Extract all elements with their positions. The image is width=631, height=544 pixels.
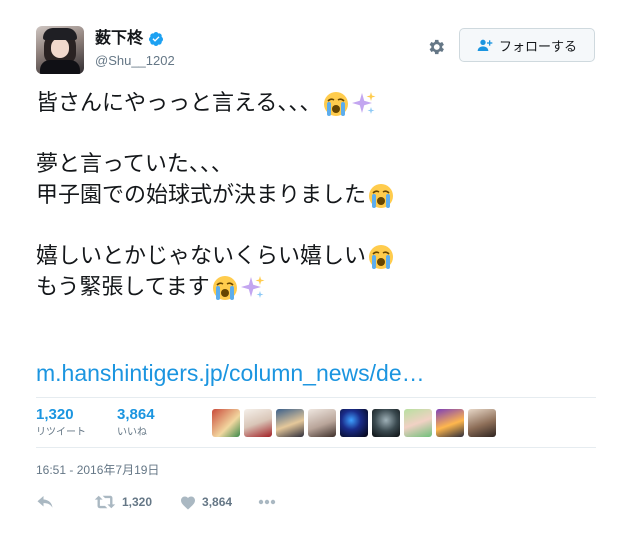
loudly-crying-face-emoji — [368, 183, 394, 209]
divider — [36, 397, 596, 398]
follow-button[interactable]: フォローする — [459, 28, 595, 62]
retweet-action-count: 1,320 — [122, 495, 153, 509]
tweet-line: 夢と言っていた、、、 — [36, 149, 596, 180]
liker-avatar[interactable] — [244, 409, 272, 437]
retweets-label: リツイート — [36, 427, 86, 438]
sparkles-emoji — [240, 275, 266, 301]
reply-button[interactable] — [36, 494, 54, 510]
tweet-line-text: 皆さんにやっっと言える、、、 — [36, 90, 322, 116]
likes-count: 3,864 — [117, 406, 155, 423]
tweet-line: もう緊張してます — [36, 272, 596, 303]
loudly-crying-face-emoji — [212, 275, 238, 301]
loudly-crying-face-emoji — [368, 244, 394, 270]
follow-button-label: フォローする — [498, 39, 577, 55]
tweet-line-text: 夢と言っていた、、、 — [36, 151, 233, 177]
verified-badge-icon — [148, 32, 163, 46]
retweets-count: 1,320 — [36, 406, 74, 423]
tweet-text: 皆さんにやっっと言える、、、 夢と言っていた、、、 甲子園での始球式が決まりまし… — [36, 88, 596, 303]
tweet-link[interactable]: m.hanshintigers.jp/column_news/de… — [36, 360, 425, 387]
like-action-count: 3,864 — [202, 495, 233, 509]
reply-icon — [37, 496, 53, 508]
retweet-button[interactable]: 1,320 — [94, 494, 152, 510]
tweet-line-text: もう緊張してます — [36, 274, 210, 300]
person-add-icon — [477, 39, 493, 51]
liker-avatar[interactable] — [212, 409, 240, 437]
screen-name[interactable]: @Shu__1202 — [95, 53, 175, 68]
heart-icon — [181, 496, 196, 509]
tweet-actions: 1,320 3,864 — [36, 490, 276, 514]
liker-avatar[interactable] — [276, 409, 304, 437]
avatar[interactable] — [36, 26, 84, 74]
liker-avatar[interactable] — [308, 409, 336, 437]
likes-label: いいね — [117, 427, 147, 438]
more-button[interactable] — [258, 499, 276, 505]
tweet-line: 嬉しいとかじゃないくらい嬉しい — [36, 241, 596, 272]
tweet-line: 甲子園での始球式が決まりました — [36, 180, 596, 211]
liker-avatar[interactable] — [404, 409, 432, 437]
liker-avatar[interactable] — [468, 409, 496, 437]
loudly-crying-face-emoji — [323, 91, 349, 117]
retweet-icon — [94, 495, 116, 509]
liker-avatar[interactable] — [372, 409, 400, 437]
display-name[interactable]: 薮下柊 — [95, 28, 143, 48]
liker-avatar[interactable] — [340, 409, 368, 437]
more-dots-icon — [258, 499, 276, 505]
retweets-stat[interactable]: 1,320 リツイート — [36, 406, 86, 438]
likes-stat[interactable]: 3,864 いいね — [117, 406, 155, 438]
sparkles-emoji — [351, 91, 377, 117]
gear-icon[interactable] — [426, 37, 446, 57]
divider — [36, 447, 596, 448]
timestamp[interactable]: 16:51 - 2016年7月19日 — [36, 461, 159, 478]
tweet-line: 皆さんにやっっと言える、、、 — [36, 88, 596, 119]
like-button[interactable]: 3,864 — [180, 495, 232, 510]
tweet-line-text: 甲子園での始球式が決まりました — [36, 182, 367, 208]
tweet-line-text: 嬉しいとかじゃないくらい嬉しい — [36, 243, 367, 269]
likers-avatars — [212, 409, 496, 437]
liker-avatar[interactable] — [436, 409, 464, 437]
